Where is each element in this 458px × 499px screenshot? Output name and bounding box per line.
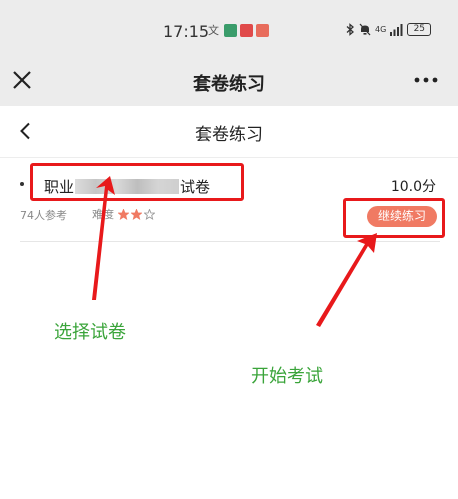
participant-count: 74人参考 [20,209,67,222]
bluetooth-icon [346,23,354,36]
app-notification-icon: 文 [208,24,219,37]
status-time: 17:15 [163,22,210,41]
arrow-start-exam [316,233,377,327]
annotation-select-paper: 选择试卷 [54,322,126,343]
app-title: 套卷练习 [193,74,265,95]
star-rating [118,208,155,220]
status-bar: 17:15 文 4G 25 [0,0,458,60]
battery-icon: 25 [407,23,432,36]
system-icons: 4G 25 [346,23,432,36]
star-empty-icon [144,208,155,220]
app-notification-icon [224,24,237,37]
network-type: 4G [375,25,387,34]
app-bar: 套卷练习 [0,60,458,106]
bullet-dot [20,182,24,186]
page-title: 套卷练习 [195,125,263,145]
difficulty-label: 难度 [92,208,114,221]
difficulty-rating: 难度 [92,206,155,222]
highlight-box-paper [30,163,244,201]
paper-score: 10.0分 [390,179,436,195]
star-filled-icon [118,208,129,220]
star-filled-icon [131,208,142,220]
page-header: 套卷练习 [0,106,458,158]
app-notification-icon [240,24,253,37]
highlight-box-continue [343,198,445,238]
mute-icon [359,23,371,36]
more-icon[interactable] [414,76,438,84]
app-notification-icon [256,24,269,37]
annotation-start-exam: 开始考试 [251,366,323,387]
notification-icons: 文 [208,24,269,37]
signal-icon [390,24,403,36]
